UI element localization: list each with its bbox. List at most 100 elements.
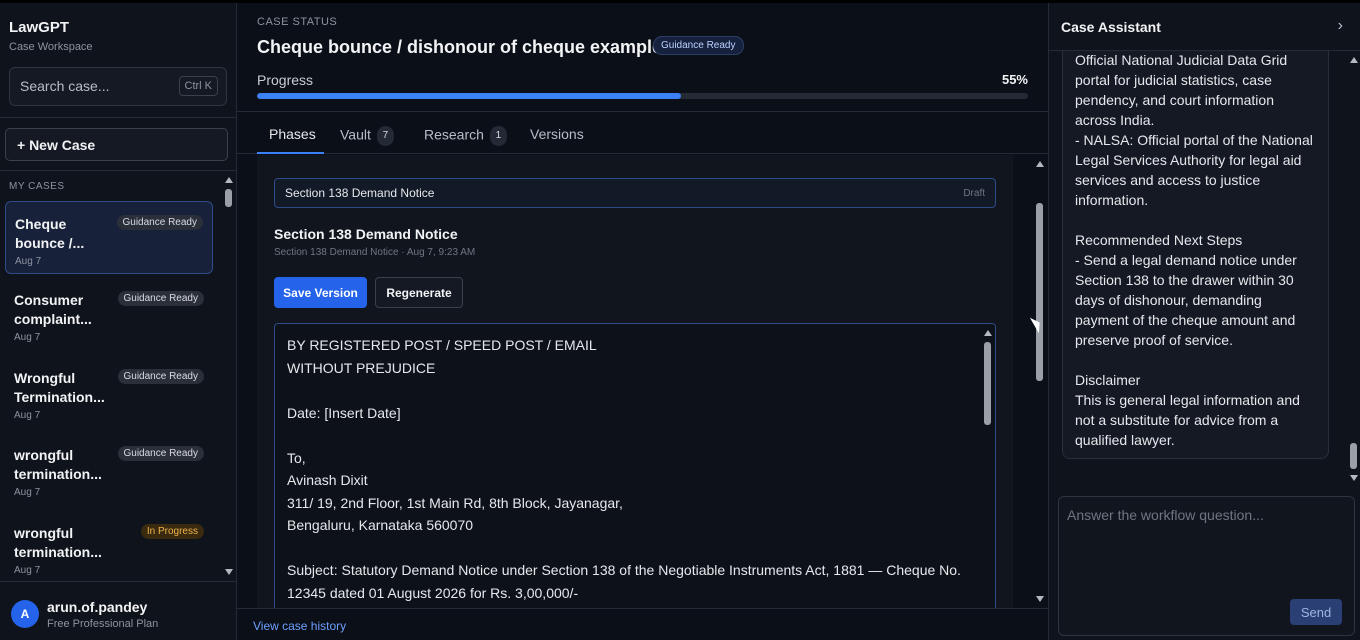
- sidebar: LawGPT Case Workspace Ctrl K + New Case …: [0, 3, 237, 640]
- sidebar-scrollbar[interactable]: [222, 171, 236, 581]
- tab-label: Vault: [340, 126, 371, 143]
- scroll-up-icon[interactable]: [984, 330, 992, 336]
- case-title: wrongful termination...: [14, 447, 102, 482]
- assistant-message: - National Judicial Data Grid (NJDG):Off…: [1062, 51, 1329, 459]
- scroll-up-icon[interactable]: [1036, 161, 1044, 167]
- message-line: days of dishonour, demanding: [1075, 292, 1262, 308]
- status-badge: In Progress: [140, 524, 204, 539]
- page-title: Cheque bounce / dishonour of cheque exam…: [257, 37, 663, 57]
- message-line: portal for judicial statistics, case: [1075, 72, 1272, 88]
- case-item[interactable]: wrongful termination... Aug 7 Guidance R…: [5, 433, 213, 506]
- case-date: Aug 7: [14, 565, 41, 576]
- message-line: Legal Services Authority for legal aid: [1075, 152, 1302, 168]
- new-case-button[interactable]: + New Case: [5, 128, 228, 161]
- case-date: Aug 7: [14, 332, 41, 343]
- case-item[interactable]: Consumer complaint... Aug 7 Guidance Rea…: [5, 278, 213, 351]
- editor-line: Date: [Insert Date]: [287, 404, 401, 421]
- user-profile[interactable]: A arun.of.pandey Free Professional Plan: [0, 581, 237, 640]
- status-badge: Guidance Ready: [653, 36, 744, 55]
- scroll-thumb[interactable]: [1036, 203, 1043, 381]
- message-line: - Send a legal demand notice under: [1075, 252, 1297, 268]
- scroll-up-icon[interactable]: [225, 177, 233, 183]
- scroll-thumb[interactable]: [225, 189, 232, 207]
- main-footer: View case history: [237, 608, 1048, 640]
- avatar: A: [11, 600, 39, 628]
- scroll-down-icon[interactable]: [1350, 475, 1358, 481]
- send-button[interactable]: Send: [1290, 599, 1342, 625]
- case-title: Cheque bounce /...: [15, 216, 85, 251]
- editor-scrollbar[interactable]: [981, 324, 995, 608]
- save-version-button[interactable]: Save Version: [274, 277, 367, 308]
- message-line: information.: [1075, 192, 1149, 208]
- main-panel: CASE STATUS Cheque bounce / dishonour of…: [237, 3, 1048, 640]
- message-line: Section 138 to the drawer within 30: [1075, 272, 1294, 288]
- case-list: Cheque bounce /... Aug 7 Guidance Ready …: [0, 197, 221, 579]
- case-assistant-panel: Case Assistant › - National Judicial Dat…: [1048, 3, 1360, 640]
- chevron-right-icon[interactable]: ›: [1338, 17, 1343, 35]
- tab-versions[interactable]: Versions: [530, 126, 584, 142]
- message-line: Official National Judicial Data Grid: [1075, 52, 1288, 68]
- document-title: Section 138 Demand Notice: [274, 226, 458, 242]
- message-line: across India.: [1075, 112, 1155, 128]
- message-line: This is general legal information and: [1075, 392, 1300, 408]
- document-name-field: Draft: [274, 178, 996, 208]
- tab-label: Phases: [269, 126, 316, 142]
- scroll-thumb[interactable]: [1350, 443, 1357, 469]
- main-scrollbar[interactable]: [1033, 155, 1047, 608]
- search-input[interactable]: [20, 78, 170, 94]
- status-badge: Guidance Ready: [117, 291, 204, 306]
- message-line: [1075, 210, 1316, 230]
- progress-label: Progress: [257, 72, 314, 88]
- assistant-messages: - National Judicial Data Grid (NJDG):Off…: [1049, 51, 1347, 487]
- divider: [0, 117, 237, 118]
- tab-phases[interactable]: Phases: [269, 126, 316, 142]
- user-name: arun.of.pandey: [47, 599, 148, 615]
- scroll-down-icon[interactable]: [225, 569, 233, 575]
- editor-line: 12345 dated 01 August 2026 for Rs. 3,00,…: [287, 584, 579, 601]
- tab-vault[interactable]: Vault 7: [340, 126, 394, 146]
- view-case-history-link[interactable]: View case history: [253, 619, 346, 633]
- editor-line: BY REGISTERED POST / SPEED POST / EMAIL: [287, 337, 597, 353]
- message-line: payment of the cheque amount and: [1075, 312, 1296, 328]
- assistant-scrollbar[interactable]: [1347, 51, 1360, 487]
- document-meta: Section 138 Demand Notice · Aug 7, 9:23 …: [274, 247, 476, 258]
- case-date: Aug 7: [14, 487, 41, 498]
- status-badge: Guidance Ready: [117, 446, 204, 461]
- scroll-up-icon[interactable]: [1350, 57, 1358, 63]
- progress-value: 55%: [1001, 72, 1028, 87]
- workflow-answer-input[interactable]: [1067, 507, 1342, 597]
- scroll-down-icon[interactable]: [1036, 596, 1044, 602]
- tab-label: Research: [424, 126, 484, 143]
- document-editor[interactable]: BY REGISTERED POST / SPEED POST / EMAIL W…: [274, 323, 996, 608]
- active-tab-indicator: [257, 152, 324, 154]
- editor-line: Bengaluru, Karnataka 560070: [287, 517, 474, 533]
- app-window: LawGPT Case Workspace Ctrl K + New Case …: [0, 0, 1360, 640]
- draft-tag: Draft: [963, 188, 985, 199]
- editor-text[interactable]: BY REGISTERED POST / SPEED POST / EMAIL W…: [287, 334, 977, 604]
- case-title: wrongful termination...: [14, 525, 102, 560]
- case-item[interactable]: Wrongful Termination... Aug 7 Guidance R…: [5, 356, 213, 429]
- message-line: Recommended Next Steps: [1075, 232, 1243, 248]
- scroll-thumb[interactable]: [984, 342, 991, 425]
- progress-bar: [257, 93, 1028, 99]
- message-line: preserve proof of service.: [1075, 332, 1233, 348]
- case-item[interactable]: wrongful termination... Aug 7 In Progres…: [5, 511, 213, 579]
- tab-count: 1: [489, 126, 507, 146]
- editor-line: 311/ 19, 2nd Floor, 1st Main Rd, 8th Blo…: [287, 494, 623, 511]
- case-title: Consumer complaint...: [14, 292, 92, 327]
- tab-research[interactable]: Research 1: [424, 126, 507, 146]
- case-item[interactable]: Cheque bounce /... Aug 7 Guidance Ready: [5, 201, 213, 274]
- assistant-input-box: Send: [1058, 496, 1355, 636]
- message-line: Disclaimer: [1075, 372, 1141, 388]
- message-line: not a substitute for advice from a: [1075, 412, 1279, 428]
- status-badge: Guidance Ready: [116, 215, 203, 230]
- divider: [0, 170, 237, 171]
- assistant-header: Case Assistant ›: [1049, 3, 1360, 51]
- regenerate-button[interactable]: Regenerate: [375, 277, 463, 308]
- user-plan: Free Professional Plan: [47, 618, 159, 630]
- document-name-input[interactable]: [285, 186, 885, 200]
- tab-count: 7: [376, 126, 394, 146]
